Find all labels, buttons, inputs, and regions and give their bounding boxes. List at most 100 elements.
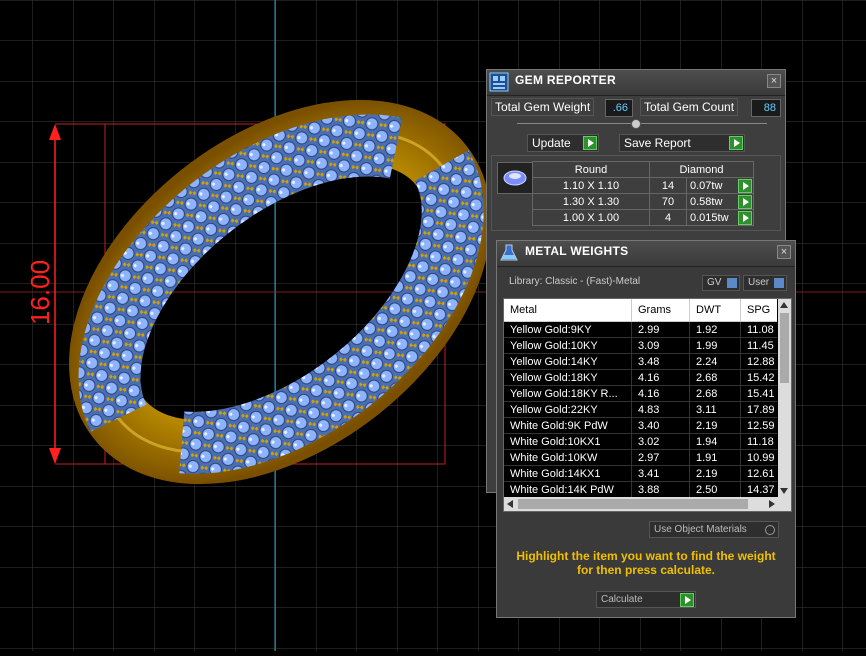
cell-metal: White Gold:10KX1 (504, 433, 632, 450)
metal-weights-panel: METAL WEIGHTS × Library: Classic - (Fast… (496, 240, 796, 618)
col-metal[interactable]: Metal (504, 299, 632, 322)
slider-handle[interactable] (631, 119, 641, 129)
cell-dwt: 1.94 (689, 433, 741, 450)
cell-dwt: 1.91 (689, 449, 741, 466)
table-row[interactable]: Yellow Gold:9KY 2.99 1.92 11.08 (504, 321, 777, 338)
calculate-button[interactable]: Calculate (596, 591, 696, 608)
vertical-scrollbar[interactable] (778, 299, 791, 497)
use-object-materials-toggle[interactable]: Use Object Materials (649, 521, 779, 538)
scroll-right-icon[interactable] (769, 500, 775, 508)
cell-metal: White Gold:14KX1 (504, 465, 632, 482)
total-gem-weight-label: Total Gem Weight (491, 98, 595, 116)
metal-table-viewport: Metal Grams DWT SPG Yellow Gold:9KY 2.99 1… (504, 299, 777, 497)
save-report-label: Save Report (624, 136, 691, 150)
cell-dwt: 2.19 (689, 417, 741, 434)
close-icon[interactable]: × (777, 245, 791, 259)
table-row[interactable]: White Gold:10KW 2.97 1.91 10.99 (504, 449, 777, 466)
col-dwt[interactable]: DWT (689, 299, 741, 322)
scroll-up-icon[interactable] (780, 302, 788, 308)
toggle-icon (727, 278, 737, 288)
horizontal-scrollbar[interactable] (504, 497, 791, 511)
table-row[interactable]: Yellow Gold:10KY 3.09 1.99 11.45 (504, 337, 777, 354)
scroll-thumb[interactable] (780, 313, 789, 383)
save-report-button[interactable]: Save Report (619, 134, 745, 152)
cell-dwt: 2.68 (689, 369, 741, 386)
table-row[interactable]: White Gold:9K PdW 3.40 2.19 12.59 (504, 417, 777, 434)
play-icon (680, 593, 694, 607)
scroll-down-icon[interactable] (780, 488, 788, 494)
cell-metal: Yellow Gold:14KY (504, 353, 632, 370)
cell-grams: 4.83 (631, 401, 690, 418)
flask-icon (500, 244, 518, 261)
user-toggle[interactable]: User (743, 275, 787, 291)
gem-thumbnail[interactable] (497, 162, 533, 194)
table-row[interactable]: White Gold:14KX1 3.41 2.19 12.61 (504, 465, 777, 482)
cell-spg: 12.59 (740, 417, 777, 434)
cell-dwt: 3.11 (689, 401, 741, 418)
table-row[interactable]: Yellow Gold:22KY 4.83 3.11 17.89 (504, 401, 777, 418)
table-row[interactable]: White Gold:14K PdW 3.88 2.50 14.37 (504, 481, 777, 497)
gem-count: 14 (649, 177, 687, 194)
play-icon (729, 136, 743, 150)
table-row[interactable]: White Gold:10KX1 3.02 1.94 11.18 (504, 433, 777, 450)
cell-spg: 11.18 (740, 433, 777, 450)
round-diamond-icon (503, 170, 527, 186)
play-icon (583, 136, 597, 150)
gem-material-header: Diamond (649, 161, 754, 178)
gem-row[interactable]: 1.10 X 1.10 14 0.07tw (532, 177, 754, 194)
cell-grams: 2.97 (631, 449, 690, 466)
scroll-thumb-h[interactable] (518, 499, 748, 509)
gem-row-select-button[interactable] (738, 211, 752, 225)
dimension-label: 16.00 (25, 259, 56, 326)
metal-table-container[interactable]: Metal Grams DWT SPG Yellow Gold:9KY 2.99 1… (503, 298, 792, 512)
cell-dwt: 2.19 (689, 465, 741, 482)
table-row[interactable]: Yellow Gold:18KY 4.16 2.68 15.42 (504, 369, 777, 386)
cell-metal: Yellow Gold:22KY (504, 401, 632, 418)
gem-row[interactable]: 1.30 X 1.30 70 0.58tw (532, 193, 754, 210)
col-spg[interactable]: SPG (740, 299, 777, 322)
update-label: Update (532, 136, 571, 150)
cell-dwt: 2.50 (689, 481, 741, 497)
gem-shape-header: Round (532, 161, 650, 178)
total-gem-weight-field[interactable]: .66 (605, 99, 633, 117)
gem-row[interactable]: 1.00 X 1.00 4 0.015tw (532, 209, 754, 226)
metal-weights-titlebar[interactable]: METAL WEIGHTS × (497, 241, 795, 267)
table-row[interactable]: Yellow Gold:14KY 3.48 2.24 12.88 (504, 353, 777, 370)
cell-spg: 14.37 (740, 481, 777, 497)
calculate-label: Calculate (601, 594, 643, 605)
gem-reporter-titlebar[interactable]: GEM REPORTER × (487, 70, 785, 96)
gem-row-select-button[interactable] (738, 195, 752, 209)
total-gem-count-label: Total Gem Count (640, 98, 739, 116)
gv-toggle[interactable]: GV (702, 275, 740, 291)
table-row[interactable]: Yellow Gold:18KY R... 4.16 2.68 15.41 (504, 385, 777, 402)
cell-spg: 11.08 (740, 321, 777, 338)
cell-spg: 17.89 (740, 401, 777, 418)
gem-table: Round Diamond 1.10 X 1.10 14 0.07tw 1.30… (532, 161, 754, 226)
close-icon[interactable]: × (767, 74, 781, 88)
cell-grams: 3.09 (631, 337, 690, 354)
gv-label: GV (707, 277, 722, 288)
cell-grams: 4.16 (631, 369, 690, 386)
gem-row-select-button[interactable] (738, 179, 752, 193)
total-gem-count-field[interactable]: 88 (751, 99, 781, 117)
gem-size: 1.10 X 1.10 (532, 177, 650, 194)
col-grams[interactable]: Grams (631, 299, 690, 322)
cell-spg: 10.99 (740, 449, 777, 466)
cell-metal: Yellow Gold:9KY (504, 321, 632, 338)
gem-count: 70 (649, 193, 687, 210)
update-button[interactable]: Update (527, 134, 599, 152)
instructions-text: Highlight the item you want to find the … (516, 549, 776, 577)
cell-metal: White Gold:9K PdW (504, 417, 632, 434)
cell-spg: 12.61 (740, 465, 777, 482)
cell-metal: Yellow Gold:18KY R... (504, 385, 632, 402)
cell-grams: 3.88 (631, 481, 690, 497)
cell-grams: 3.40 (631, 417, 690, 434)
library-label: Library: Classic - (Fast)-Metal (509, 276, 641, 287)
gem-report-icon (489, 72, 509, 92)
cell-dwt: 2.68 (689, 385, 741, 402)
cell-metal: Yellow Gold:18KY (504, 369, 632, 386)
gem-reporter-title: GEM REPORTER (515, 73, 616, 87)
user-label: User (748, 277, 770, 288)
scroll-left-icon[interactable] (507, 500, 513, 508)
panel-slider[interactable] (517, 123, 767, 124)
